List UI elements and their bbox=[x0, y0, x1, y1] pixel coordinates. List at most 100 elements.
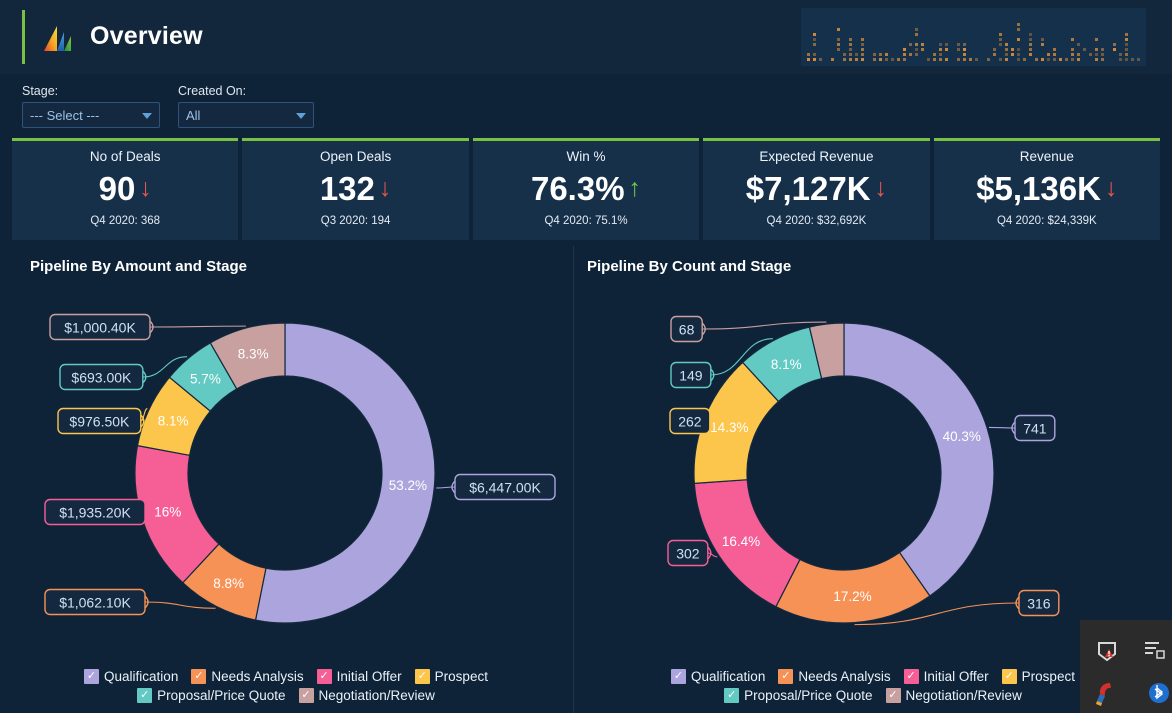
slice-value-label: 316 bbox=[1027, 596, 1051, 612]
legend-item[interactable]: ✓ Proposal/Price Quote bbox=[137, 688, 286, 703]
donut-slice[interactable] bbox=[775, 551, 931, 624]
decoration-dot bbox=[921, 48, 924, 51]
trend-up-icon: ↑ bbox=[628, 173, 642, 202]
slice-value-callout[interactable]: $6,447.00K bbox=[454, 473, 556, 501]
decoration-dot bbox=[1017, 23, 1020, 26]
decoration-dot bbox=[1041, 58, 1044, 61]
slice-value-callout[interactable]: 316 bbox=[1018, 589, 1060, 617]
app-header: Overview bbox=[0, 0, 1172, 74]
kpi-card[interactable]: No of Deals 90 ↓ Q4 2020: 368 bbox=[12, 138, 239, 240]
legend-item[interactable]: ✓ Proposal/Price Quote bbox=[724, 688, 873, 703]
legend-item[interactable]: ✓ Negotiation/Review bbox=[298, 688, 435, 703]
decoration-dot bbox=[963, 58, 966, 61]
decoration-dot bbox=[1035, 58, 1038, 61]
decoration-dot bbox=[813, 58, 816, 61]
legend-checkbox-icon[interactable]: ✓ bbox=[316, 669, 332, 684]
kpi-title: No of Deals bbox=[89, 149, 161, 164]
filter-created-on: Created On: All bbox=[178, 84, 314, 128]
slice-value-callout[interactable]: 149 bbox=[670, 361, 712, 389]
donut-slice[interactable] bbox=[843, 322, 995, 597]
decoration-dot bbox=[1131, 58, 1134, 61]
decoration-dot bbox=[1125, 43, 1128, 46]
decoration-dot bbox=[1041, 38, 1044, 41]
legend-item[interactable]: ✓ Prospect bbox=[1001, 669, 1075, 684]
slice-value-callout[interactable]: 302 bbox=[667, 539, 709, 567]
slice-value-callout[interactable]: $693.00K bbox=[59, 363, 144, 391]
kpi-value: 90 bbox=[98, 169, 136, 207]
legend-checkbox-icon[interactable]: ✓ bbox=[671, 669, 687, 684]
legend-checkbox-icon[interactable]: ✓ bbox=[1001, 669, 1017, 684]
decoration-dot bbox=[1029, 53, 1032, 56]
decoration-dot bbox=[897, 58, 900, 61]
legend-item[interactable]: ✓ Needs Analysis bbox=[191, 669, 304, 684]
slice-value-callout[interactable]: $1,000.40K bbox=[49, 313, 151, 341]
decoration-dot bbox=[1059, 58, 1062, 61]
callout-leader-line bbox=[988, 426, 1016, 429]
slice-percent-label: 5.7% bbox=[190, 372, 221, 387]
donut-chart-count[interactable]: 40.3% 17.2% 16.4% 14.3% 8.1% 741 316 302 262 149 6… bbox=[574, 282, 1172, 642]
decoration-dot bbox=[915, 28, 918, 31]
decoration-dot bbox=[1053, 58, 1056, 61]
legend-checkbox-icon[interactable]: ✓ bbox=[191, 669, 207, 684]
slice-value-callout[interactable]: $1,062.10K bbox=[44, 588, 146, 616]
decoration-dot bbox=[861, 58, 864, 61]
legend-amount: ✓ Qualification ✓ Needs Analysis ✓ Initial Of… bbox=[0, 669, 572, 703]
shield-warning-icon[interactable] bbox=[1096, 640, 1118, 667]
stage-select[interactable]: --- Select --- bbox=[22, 102, 160, 128]
legend-checkbox-icon[interactable]: ✓ bbox=[724, 688, 740, 703]
decoration-dot bbox=[837, 38, 840, 41]
kpi-value-row: 76.3% ↑ bbox=[531, 167, 641, 209]
slice-value-callout[interactable]: $1,935.20K bbox=[44, 498, 146, 526]
bluetooth-icon[interactable] bbox=[1148, 682, 1170, 709]
decoration-dot bbox=[1077, 53, 1080, 56]
panel-pipeline-by-amount: Pipeline By Amount and Stage 53.2% 8.8% 16… bbox=[0, 246, 572, 713]
legend-checkbox-icon[interactable]: ✓ bbox=[137, 688, 153, 703]
legend-item[interactable]: ✓ Initial Offer bbox=[316, 669, 402, 684]
legend-checkbox-icon[interactable]: ✓ bbox=[885, 688, 901, 703]
legend-checkbox-icon[interactable]: ✓ bbox=[298, 688, 314, 703]
legend-checkbox-icon[interactable]: ✓ bbox=[778, 669, 794, 684]
legend-item[interactable]: ✓ Qualification bbox=[84, 669, 178, 684]
legend-label: Prospect bbox=[434, 669, 488, 684]
decoration-dot bbox=[879, 53, 882, 56]
legend-checkbox-icon[interactable]: ✓ bbox=[903, 669, 919, 684]
decoration-dot bbox=[855, 58, 858, 61]
legend-item[interactable]: ✓ Negotiation/Review bbox=[885, 688, 1022, 703]
decoration-dot bbox=[1017, 53, 1020, 56]
slice-value-callout[interactable]: 262 bbox=[669, 407, 711, 435]
decoration-dot bbox=[909, 43, 912, 46]
decoration-dot bbox=[849, 48, 852, 51]
decoration-dot bbox=[849, 53, 852, 56]
decoration-dot bbox=[861, 38, 864, 41]
slice-value-callout[interactable]: $976.50K bbox=[57, 407, 142, 435]
decoration-dot bbox=[1095, 48, 1098, 51]
legend-item[interactable]: ✓ Prospect bbox=[414, 669, 488, 684]
slice-percent-label: 14.3% bbox=[710, 420, 748, 435]
list-settings-icon[interactable] bbox=[1144, 640, 1166, 665]
kpi-card-row: No of Deals 90 ↓ Q4 2020: 368 Open Deals 132 ↓… bbox=[12, 138, 1161, 240]
dashboard-root: Overview Stage: --- Select --- Created O… bbox=[0, 0, 1172, 713]
ccleaner-icon[interactable] bbox=[1094, 680, 1120, 711]
donut-chart-amount[interactable]: 53.2% 8.8% 16% 8.1% 5.7% 8.3% $6,447.00K $1,062… bbox=[0, 282, 572, 642]
kpi-card[interactable]: Expected Revenue $7,127K ↓ Q4 2020: $32,692… bbox=[703, 138, 930, 240]
legend-item[interactable]: ✓ Initial Offer bbox=[903, 669, 989, 684]
kpi-card[interactable]: Win % 76.3% ↑ Q4 2020: 75.1% bbox=[472, 138, 700, 240]
slice-value-callout[interactable]: 741 bbox=[1014, 414, 1056, 442]
kpi-card[interactable]: Open Deals 132 ↓ Q3 2020: 194 bbox=[242, 138, 469, 240]
decoration-dot bbox=[813, 43, 816, 46]
slice-percent-label: 8.3% bbox=[238, 347, 269, 362]
decoration-dot bbox=[1017, 38, 1020, 41]
decoration-dot bbox=[837, 48, 840, 51]
kpi-card[interactable]: Revenue $5,136K ↓ Q4 2020: $24,339K bbox=[933, 138, 1161, 240]
legend-item[interactable]: ✓ Needs Analysis bbox=[778, 669, 891, 684]
legend-checkbox-icon[interactable]: ✓ bbox=[84, 669, 100, 684]
decoration-dot bbox=[1029, 48, 1032, 51]
filter-stage: Stage: --- Select --- bbox=[22, 84, 160, 128]
decoration-dot bbox=[975, 58, 978, 61]
kpi-value: 76.3% bbox=[530, 169, 625, 207]
slice-value-callout[interactable]: 68 bbox=[670, 315, 703, 343]
decoration-dot bbox=[1053, 48, 1056, 51]
legend-item[interactable]: ✓ Qualification bbox=[671, 669, 765, 684]
legend-checkbox-icon[interactable]: ✓ bbox=[414, 669, 430, 684]
created-on-select[interactable]: All bbox=[178, 102, 314, 128]
